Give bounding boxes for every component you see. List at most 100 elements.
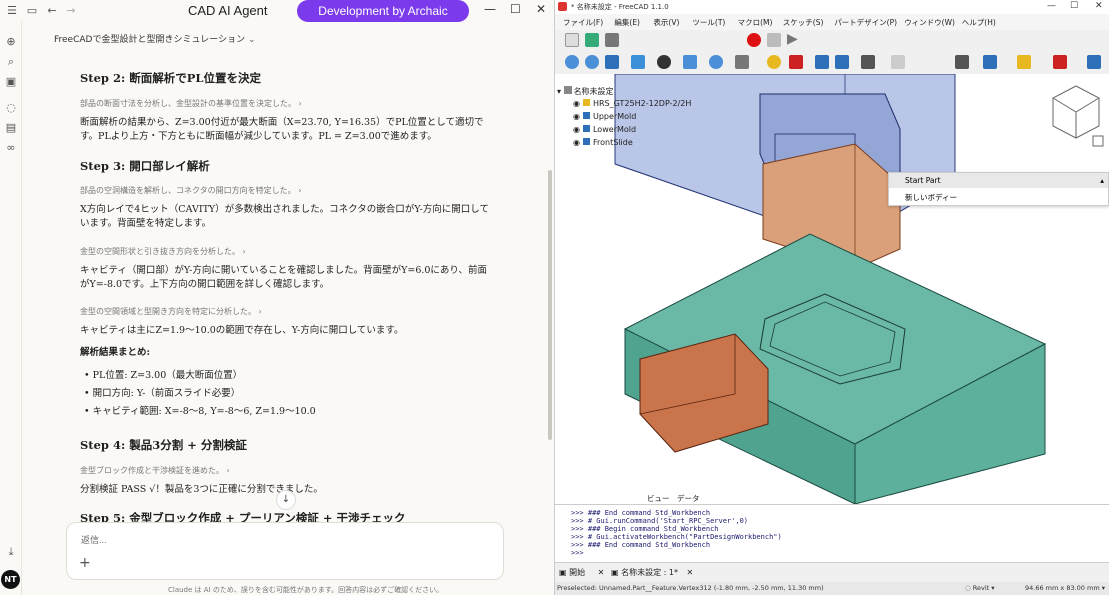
folder-group-icon[interactable] xyxy=(815,55,829,69)
ctx-menu-new-body[interactable]: 新しいボディー xyxy=(889,190,1108,205)
open-file-icon[interactable] xyxy=(585,33,599,47)
measure-icon[interactable] xyxy=(709,55,723,69)
axis-icon[interactable] xyxy=(789,55,803,69)
briefcase-icon[interactable]: ▣ xyxy=(3,74,19,90)
draw-style-icon[interactable] xyxy=(657,55,671,69)
forward-arrow-icon[interactable]: → xyxy=(63,3,79,19)
menu-item[interactable]: パートデザイン(P) xyxy=(834,17,897,28)
add-attachment-button[interactable]: + xyxy=(79,555,91,571)
reply-input[interactable] xyxy=(81,533,381,547)
zoom-box-icon[interactable] xyxy=(631,55,645,69)
app-title: CAD AI Agent xyxy=(188,3,268,18)
record-macro-icon[interactable] xyxy=(747,33,761,47)
sidebar: ⊕ ⌕ ▣ ◌ ▤ ∞ ⤓ xyxy=(0,22,22,595)
tool-summary-link[interactable]: 金型の空間形状と引き抜き方向を分析した。 › xyxy=(80,246,246,257)
fit-all-icon[interactable] xyxy=(565,55,579,69)
tree-root[interactable]: ▾ 名称未設定 xyxy=(557,86,614,97)
python-console[interactable]: >>> ### End command Std_Workbench >>> # G… xyxy=(555,504,1109,562)
view-cube-icon[interactable] xyxy=(683,55,697,69)
freecad-logo-icon xyxy=(558,2,567,11)
code-icon[interactable]: ∞ xyxy=(3,140,19,156)
ctx-menu-header[interactable]: Start Part ▴ xyxy=(889,173,1108,188)
menu-item[interactable]: 表示(V) xyxy=(653,17,679,28)
menu-item[interactable]: ヘルプ(H) xyxy=(962,17,996,28)
close-icon[interactable]: ✕ xyxy=(536,2,546,16)
tree-item[interactable]: ◉ FrontSlide xyxy=(573,138,633,147)
pad-icon[interactable] xyxy=(1053,55,1067,69)
minimize-icon[interactable]: — xyxy=(484,2,496,16)
visibility-eye-icon[interactable]: ◉ xyxy=(573,125,580,134)
visibility-eye-icon[interactable]: ◉ xyxy=(573,99,580,108)
console-line: >>> ### Begin command Std_Workbench xyxy=(571,525,719,533)
fc-maximize-icon[interactable]: ☐ xyxy=(1070,1,1078,11)
tab-document[interactable]: ▣ 名称未設定 : 1* ✕ xyxy=(611,567,693,578)
scroll-down-button[interactable]: ↓ xyxy=(276,490,296,510)
message-paragraph: キャビティは主にZ=1.9〜10.0の範囲で存在し、Y-方向に開口しています。 xyxy=(80,325,404,336)
run-macro-icon[interactable]: ▶ xyxy=(787,31,798,47)
save-icon[interactable] xyxy=(605,33,619,47)
body-icon[interactable] xyxy=(983,55,997,69)
disclaimer-text: Claude は AI のため、誤りを含む可能性があります。回答内容は必ずご確認… xyxy=(168,586,444,594)
back-arrow-icon[interactable]: ← xyxy=(44,3,60,19)
dimension-readout[interactable]: 94.66 mm x 83.00 mm ▾ xyxy=(1025,582,1105,595)
braces-icon[interactable] xyxy=(861,55,875,69)
conversation-title[interactable]: FreeCADで金型設計と型開きシミュレーション ⌄ xyxy=(54,32,256,45)
fc-close-icon[interactable]: ✕ xyxy=(1095,1,1103,11)
download-icon[interactable]: ⤓ xyxy=(3,544,19,560)
tree-item[interactable]: ◉ LowerMold xyxy=(573,125,636,134)
link-icon[interactable] xyxy=(835,55,849,69)
console-line: >>> ### End command Std_Workbench xyxy=(571,541,711,549)
model-render[interactable] xyxy=(555,74,1109,504)
menu-item[interactable]: ファイル(F) xyxy=(563,17,603,28)
whats-this-icon[interactable] xyxy=(955,55,969,69)
message-paragraph: 解析結果まとめ: xyxy=(80,347,151,358)
new-chat-icon[interactable]: ⊕ xyxy=(3,34,19,50)
menu-item[interactable]: ツール(T) xyxy=(692,17,725,28)
menu-item[interactable]: ウィンドウ(W) xyxy=(904,17,955,28)
navigation-cube[interactable] xyxy=(1045,78,1107,148)
chat-bubble-icon[interactable]: ◌ xyxy=(3,100,19,116)
pocket-icon[interactable] xyxy=(1087,55,1101,69)
macro-editor-icon[interactable] xyxy=(767,33,781,47)
folder-icon[interactable]: ▤ xyxy=(3,120,19,136)
step-heading: Step 2: 断面解析でPL位置を決定 xyxy=(80,71,261,85)
visibility-eye-icon[interactable]: ◉ xyxy=(573,138,580,147)
menu-item[interactable]: マクロ(M) xyxy=(738,17,773,28)
tool-summary-link[interactable]: 金型ブロック作成と干渉検証を進めた。 › xyxy=(80,465,230,476)
step-heading: Step 3: 開口部レイ解析 xyxy=(80,159,210,173)
std-views-icon[interactable] xyxy=(605,55,619,69)
part-icon[interactable] xyxy=(767,55,781,69)
tree-item[interactable]: ◉ HRS_GT25H2-12DP-2/2H xyxy=(573,99,691,108)
clipping-icon[interactable] xyxy=(735,55,749,69)
property-view-tabs[interactable]: ビュー データ xyxy=(647,493,700,504)
search-icon[interactable]: ⌕ xyxy=(3,54,19,70)
tool-summary-link[interactable]: 部品の空洞構造を解析し、コネクタの開口方向を特定した。 › xyxy=(80,185,301,196)
tool-summary-link[interactable]: 金型の空間領域と型開き方向を特定に分析した。 › xyxy=(80,306,262,317)
sketch-icon[interactable] xyxy=(1017,55,1031,69)
undo-icon[interactable] xyxy=(891,55,905,69)
fit-selection-icon[interactable] xyxy=(585,55,599,69)
freecad-window: * 名称未設定 - FreeCAD 1.1.0 — ☐ ✕ ファイル(F) 編集(… xyxy=(554,0,1109,595)
tree-item[interactable]: ◉ UpperMold xyxy=(573,112,636,121)
fc-minimize-icon[interactable]: — xyxy=(1047,1,1056,11)
avatar[interactable]: NT xyxy=(1,570,20,589)
navigation-style[interactable]: ◌ Revit ▾ xyxy=(965,582,995,595)
development-badge[interactable]: Development by Archaic xyxy=(297,0,469,22)
menu-item[interactable]: 編集(E) xyxy=(614,17,640,28)
maximize-icon[interactable]: ☐ xyxy=(510,2,521,16)
visibility-eye-icon[interactable]: ◉ xyxy=(573,112,580,121)
tool-summary-link[interactable]: 部品の断面寸法を分析し、金型設計の基準位置を決定した。 › xyxy=(80,98,302,109)
status-bar: Preselected: Unnamed.Part__Feature.Verte… xyxy=(555,582,1109,595)
message-paragraph: キャビティ（開口部）がY-方向に開いていることを確認しました。背面壁がY=6.0… xyxy=(80,265,488,290)
chat-app: ☰ ▭ ← → CAD AI Agent Development by Arch… xyxy=(0,0,554,595)
3d-viewport[interactable] xyxy=(555,74,1109,504)
sidebar-toggle-icon[interactable]: ▭ xyxy=(24,3,40,19)
menu-icon[interactable]: ☰ xyxy=(4,3,20,19)
preselection-text: Preselected: Unnamed.Part__Feature.Verte… xyxy=(557,584,824,592)
menu-item[interactable]: スケッチ(S) xyxy=(783,17,824,28)
new-file-icon[interactable] xyxy=(565,33,579,47)
message-paragraph: 断面解析の結果から、Z=3.00付近が最大断面（X=23.70, Y=16.35… xyxy=(80,117,484,142)
tab-start[interactable]: ▣ 開始 ✕ xyxy=(559,567,604,578)
freecad-title-bar: * 名称未設定 - FreeCAD 1.1.0 — ☐ ✕ xyxy=(555,0,1109,14)
scrollbar[interactable] xyxy=(548,170,552,440)
